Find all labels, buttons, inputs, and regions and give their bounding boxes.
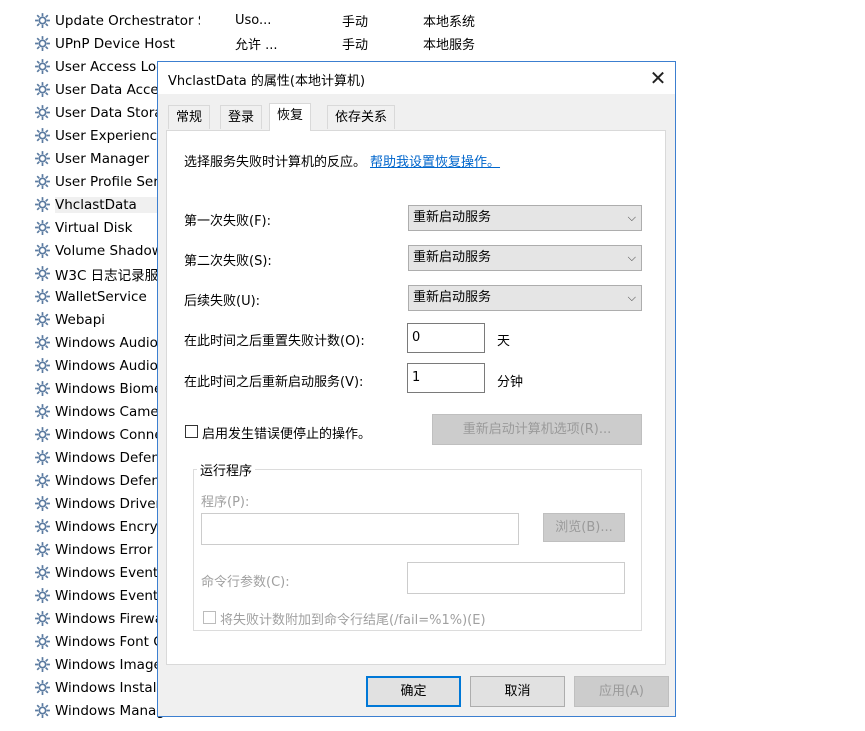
service-description: 允许 ... bbox=[235, 38, 278, 53]
enable-stop-label: 启用发生错误便停止的操作。 bbox=[202, 427, 372, 442]
service-gear-icon bbox=[34, 12, 51, 29]
browse-button[interactable]: 浏览(B)... bbox=[543, 513, 625, 542]
service-name: UPnP Device Host bbox=[55, 35, 175, 52]
service-gear-icon bbox=[34, 610, 51, 627]
service-gear-icon bbox=[34, 58, 51, 75]
chevron-down-icon: ⌵ bbox=[627, 291, 636, 304]
service-gear-icon bbox=[34, 587, 51, 604]
append-fail-count-label: 将失败计数附加到命令行结尾(/fail=%1%)(E) bbox=[220, 613, 486, 628]
service-gear-icon bbox=[34, 265, 51, 282]
service-gear-icon bbox=[34, 81, 51, 98]
enable-stop-checkbox[interactable] bbox=[185, 425, 198, 438]
run-program-group-title: 运行程序 bbox=[197, 460, 256, 479]
restart-computer-options-button[interactable]: 重新启动计算机选项(R)... bbox=[432, 414, 642, 445]
first-failure-select[interactable]: 重新启动服务 ⌵ bbox=[408, 205, 642, 231]
service-gear-icon bbox=[34, 633, 51, 650]
service-gear-icon bbox=[34, 426, 51, 443]
service-gear-icon bbox=[34, 656, 51, 673]
service-row[interactable]: Update Orchestrator Ser... Uso... 手动 本地系统 bbox=[34, 9, 834, 32]
service-gear-icon bbox=[34, 357, 51, 374]
service-startup-type: 手动 bbox=[342, 38, 369, 53]
tab-logon[interactable]: 登录 bbox=[220, 105, 263, 129]
service-gear-icon bbox=[34, 449, 51, 466]
properties-dialog: VhclastData 的属性(本地计算机) ✕ 常规 登录 恢复 依存关系 选… bbox=[157, 61, 676, 717]
service-gear-icon bbox=[34, 564, 51, 581]
dialog-titlebar[interactable]: VhclastData 的属性(本地计算机) ✕ bbox=[158, 62, 675, 94]
service-gear-icon bbox=[34, 288, 51, 305]
service-gear-icon bbox=[34, 242, 51, 259]
service-gear-icon bbox=[34, 518, 51, 535]
service-logon-as: 本地服务 bbox=[423, 38, 476, 53]
service-gear-icon bbox=[34, 35, 51, 52]
service-gear-icon bbox=[34, 702, 51, 719]
service-gear-icon bbox=[34, 380, 51, 397]
service-gear-icon bbox=[34, 679, 51, 696]
service-row[interactable]: UPnP Device Host 允许 ... 手动 本地服务 bbox=[34, 32, 834, 55]
service-logon-as: 本地系统 bbox=[423, 15, 476, 30]
tab-dependencies[interactable]: 依存关系 bbox=[327, 105, 396, 129]
dialog-title: VhclastData 的属性(本地计算机) bbox=[168, 74, 366, 89]
subsequent-failure-label: 后续失败(U): bbox=[184, 294, 261, 309]
service-gear-icon bbox=[34, 334, 51, 351]
service-gear-icon bbox=[34, 104, 51, 121]
second-failure-select[interactable]: 重新启动服务 ⌵ bbox=[408, 245, 642, 271]
help-link[interactable]: 帮助我设置恢复操作。 bbox=[370, 151, 500, 170]
cmd-params-input[interactable] bbox=[407, 562, 625, 594]
reset-count-input[interactable]: 0 bbox=[407, 323, 485, 353]
second-failure-label: 第二次失败(S): bbox=[184, 254, 272, 269]
first-failure-value: 重新启动服务 bbox=[413, 210, 492, 225]
restart-service-label: 在此时间之后重新启动服务(V): bbox=[184, 375, 364, 390]
service-gear-icon bbox=[34, 127, 51, 144]
restart-unit: 分钟 bbox=[497, 375, 524, 390]
service-gear-icon bbox=[34, 173, 51, 190]
service-gear-icon bbox=[34, 150, 51, 167]
subsequent-failure-select[interactable]: 重新启动服务 ⌵ bbox=[408, 285, 642, 311]
service-gear-icon bbox=[34, 196, 51, 213]
cmd-params-label: 命令行参数(C): bbox=[201, 575, 290, 590]
program-label: 程序(P): bbox=[201, 495, 250, 510]
recovery-panel: 选择服务失败时计算机的反应。 帮助我设置恢复操作。 第一次失败(F): 重新启动… bbox=[166, 130, 666, 665]
close-icon[interactable]: ✕ bbox=[641, 62, 675, 94]
reset-count-label: 在此时间之后重置失败计数(O): bbox=[184, 334, 365, 349]
restart-service-input[interactable]: 1 bbox=[407, 363, 485, 393]
chevron-down-icon: ⌵ bbox=[627, 251, 636, 264]
service-gear-icon bbox=[34, 541, 51, 558]
service-gear-icon bbox=[34, 472, 51, 489]
ok-button[interactable]: 确定 bbox=[366, 676, 461, 707]
service-gear-icon bbox=[34, 495, 51, 512]
service-startup-type: 手动 bbox=[342, 15, 369, 30]
cancel-button[interactable]: 取消 bbox=[470, 676, 565, 707]
first-failure-label: 第一次失败(F): bbox=[184, 214, 272, 229]
intro-text: 选择服务失败时计算机的反应。 bbox=[184, 155, 367, 170]
reset-unit: 天 bbox=[497, 334, 511, 349]
chevron-down-icon: ⌵ bbox=[627, 211, 636, 224]
second-failure-value: 重新启动服务 bbox=[413, 250, 492, 265]
service-gear-icon bbox=[34, 311, 51, 328]
apply-button[interactable]: 应用(A) bbox=[574, 676, 669, 707]
service-name: Update Orchestrator Ser... bbox=[55, 12, 200, 29]
subsequent-failure-value: 重新启动服务 bbox=[413, 290, 492, 305]
tab-recovery[interactable]: 恢复 bbox=[269, 103, 312, 131]
program-input[interactable] bbox=[201, 513, 519, 545]
service-gear-icon bbox=[34, 403, 51, 420]
service-gear-icon bbox=[34, 219, 51, 236]
tab-general[interactable]: 常规 bbox=[168, 105, 211, 129]
append-fail-count-checkbox[interactable] bbox=[203, 611, 216, 624]
service-description: Uso... bbox=[235, 13, 272, 28]
run-program-group bbox=[193, 469, 642, 631]
